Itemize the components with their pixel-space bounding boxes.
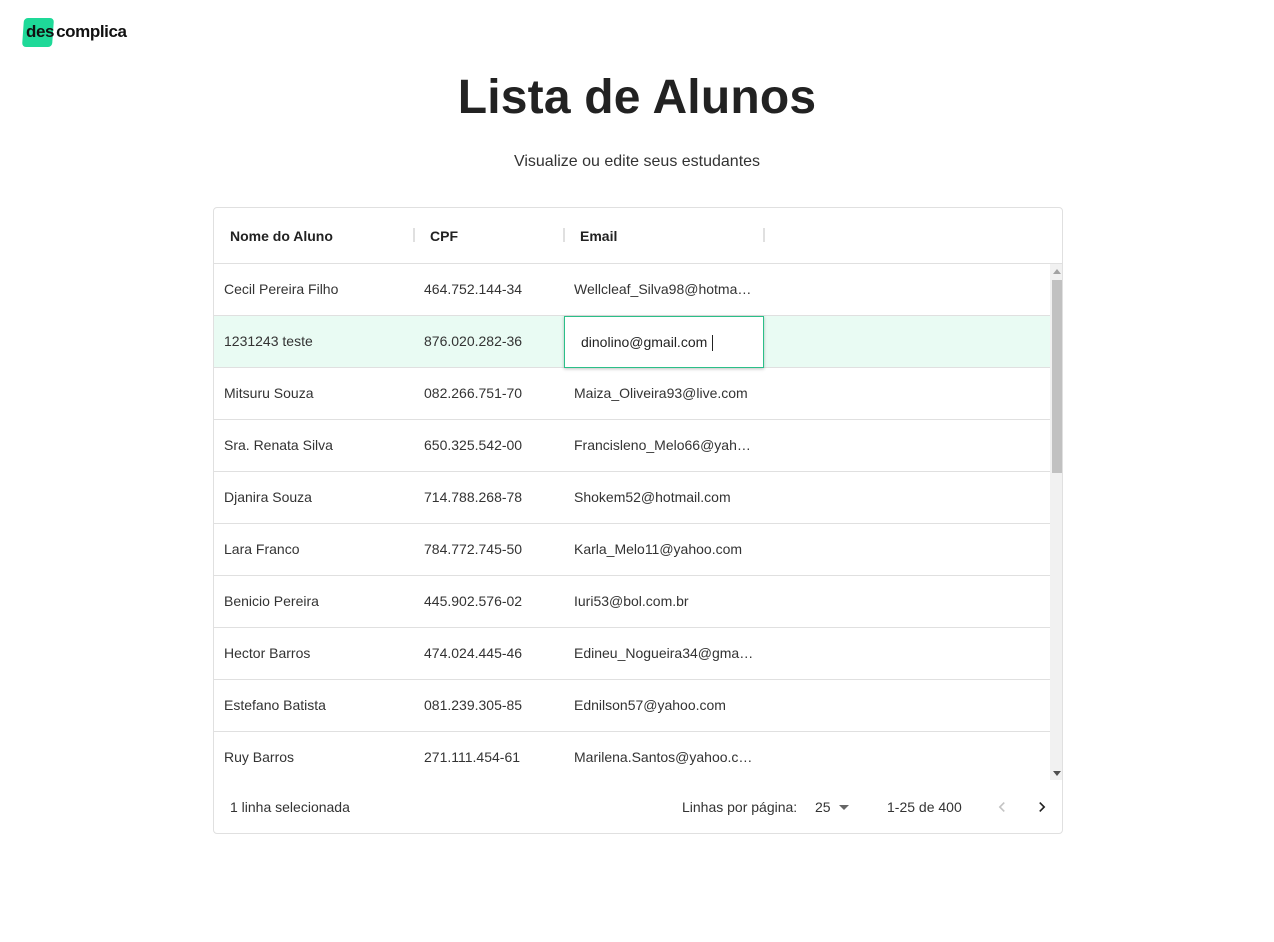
table-row[interactable]: Cecil Pereira Filho 464.752.144-34 Wellc… [214, 264, 1050, 316]
next-page-button[interactable] [1028, 793, 1056, 821]
email-edit-cell[interactable] [564, 316, 764, 368]
grid-rows: Cecil Pereira Filho 464.752.144-34 Wellc… [214, 264, 1050, 780]
table-row[interactable]: Mitsuru Souza 082.266.751-70 Maiza_Olive… [214, 368, 1050, 420]
table-row-selected[interactable]: 1231243 teste 876.020.282-36 [214, 316, 1050, 368]
vertical-scrollbar[interactable] [1050, 264, 1062, 780]
logo-mark: des [23, 18, 56, 46]
cell-name[interactable]: Djanira Souza [214, 472, 414, 523]
cell-name[interactable]: Hector Barros [214, 628, 414, 679]
column-separator[interactable] [563, 228, 565, 242]
cell-name[interactable]: Ruy Barros [214, 732, 414, 780]
cell-email[interactable]: Wellcleaf_Silva98@hotmail.com [564, 264, 764, 315]
email-edit-input[interactable] [581, 317, 751, 367]
cell-name[interactable]: Estefano Batista [214, 680, 414, 731]
table-row[interactable]: Benicio Pereira 445.902.576-02 Iuri53@bo… [214, 576, 1050, 628]
cell-email[interactable]: Shokem52@hotmail.com [564, 472, 764, 523]
cell-name[interactable]: Benicio Pereira [214, 576, 414, 627]
chevron-right-icon [1039, 802, 1046, 812]
page-title: Lista de Alunos [457, 71, 817, 124]
cell-cpf[interactable]: 445.902.576-02 [414, 576, 564, 627]
table-row[interactable]: Hector Barros 474.024.445-46 Edineu_Nogu… [214, 628, 1050, 680]
cell-cpf[interactable]: 474.024.445-46 [414, 628, 564, 679]
rows-per-page-value[interactable]: 25 [815, 799, 831, 815]
rows-per-page-select[interactable]: 25 [815, 780, 849, 833]
cell-cpf[interactable]: 876.020.282-36 [414, 316, 564, 367]
cell-cpf[interactable]: 650.325.542-00 [414, 420, 564, 471]
grid-footer: 1 linha selecionada Linhas por página: 2… [214, 780, 1062, 833]
column-header-cpf[interactable]: CPF [430, 208, 458, 264]
scroll-down-arrow-icon[interactable] [1050, 766, 1062, 780]
page-subtitle: Visualize ou edite seus estudantes [513, 153, 761, 170]
cell-email[interactable]: Iuri53@bol.com.br [564, 576, 764, 627]
logo-text-complica: complica [56, 22, 127, 41]
cell-cpf[interactable]: 464.752.144-34 [414, 264, 564, 315]
column-header-email[interactable]: Email [580, 208, 617, 264]
cell-name[interactable]: Sra. Renata Silva [214, 420, 414, 471]
table-row[interactable]: Sra. Renata Silva 650.325.542-00 Francis… [214, 420, 1050, 472]
pagination-range: 1-25 de 400 [887, 799, 962, 815]
cell-name[interactable]: Lara Franco [214, 524, 414, 575]
column-separator[interactable] [763, 228, 765, 242]
caret-down-icon[interactable] [838, 804, 849, 810]
cell-email[interactable]: Edineu_Nogueira34@gmail.com [564, 628, 764, 679]
table-row[interactable]: Estefano Batista 081.239.305-85 Ednilson… [214, 680, 1050, 732]
table-row[interactable]: Djanira Souza 714.788.268-78 Shokem52@ho… [214, 472, 1050, 524]
cell-cpf[interactable]: 714.788.268-78 [414, 472, 564, 523]
cell-cpf[interactable]: 784.772.745-50 [414, 524, 564, 575]
chevron-left-icon [998, 802, 1005, 812]
cell-email[interactable]: Francisleno_Melo66@yahoo.com [564, 420, 764, 471]
cell-name[interactable]: Mitsuru Souza [214, 368, 414, 419]
scrollbar-thumb[interactable] [1052, 280, 1062, 473]
table-row[interactable]: Lara Franco 784.772.745-50 Karla_Melo11@… [214, 524, 1050, 576]
column-header-name[interactable]: Nome do Aluno [230, 208, 333, 264]
cell-email[interactable]: Marilena.Santos@yahoo.com [564, 732, 764, 780]
text-cursor [712, 335, 713, 351]
selected-rows-count: 1 linha selecionada [230, 799, 350, 815]
cell-email[interactable]: Karla_Melo11@yahoo.com [564, 524, 764, 575]
cell-email[interactable]: Ednilson57@yahoo.com [564, 680, 764, 731]
column-separator[interactable] [413, 228, 415, 242]
descomplica-logo[interactable]: des complica [23, 17, 127, 47]
cell-name[interactable]: Cecil Pereira Filho [214, 264, 414, 315]
students-data-grid: Nome do Aluno CPF Email Cecil Pereira Fi… [213, 207, 1063, 834]
cell-cpf[interactable]: 082.266.751-70 [414, 368, 564, 419]
scroll-up-arrow-icon[interactable] [1050, 264, 1062, 278]
cell-cpf[interactable]: 271.111.454-61 [414, 732, 564, 780]
grid-header: Nome do Aluno CPF Email [214, 208, 1062, 264]
logo-text-des: des [26, 22, 55, 41]
cell-cpf[interactable]: 081.239.305-85 [414, 680, 564, 731]
cell-name[interactable]: 1231243 teste [214, 316, 414, 367]
cell-email[interactable]: Maiza_Oliveira93@live.com [564, 368, 764, 419]
table-row[interactable]: Ruy Barros 271.111.454-61 Marilena.Santo… [214, 732, 1050, 780]
previous-page-button[interactable] [988, 793, 1016, 821]
rows-per-page-label: Linhas por página: [682, 799, 798, 815]
